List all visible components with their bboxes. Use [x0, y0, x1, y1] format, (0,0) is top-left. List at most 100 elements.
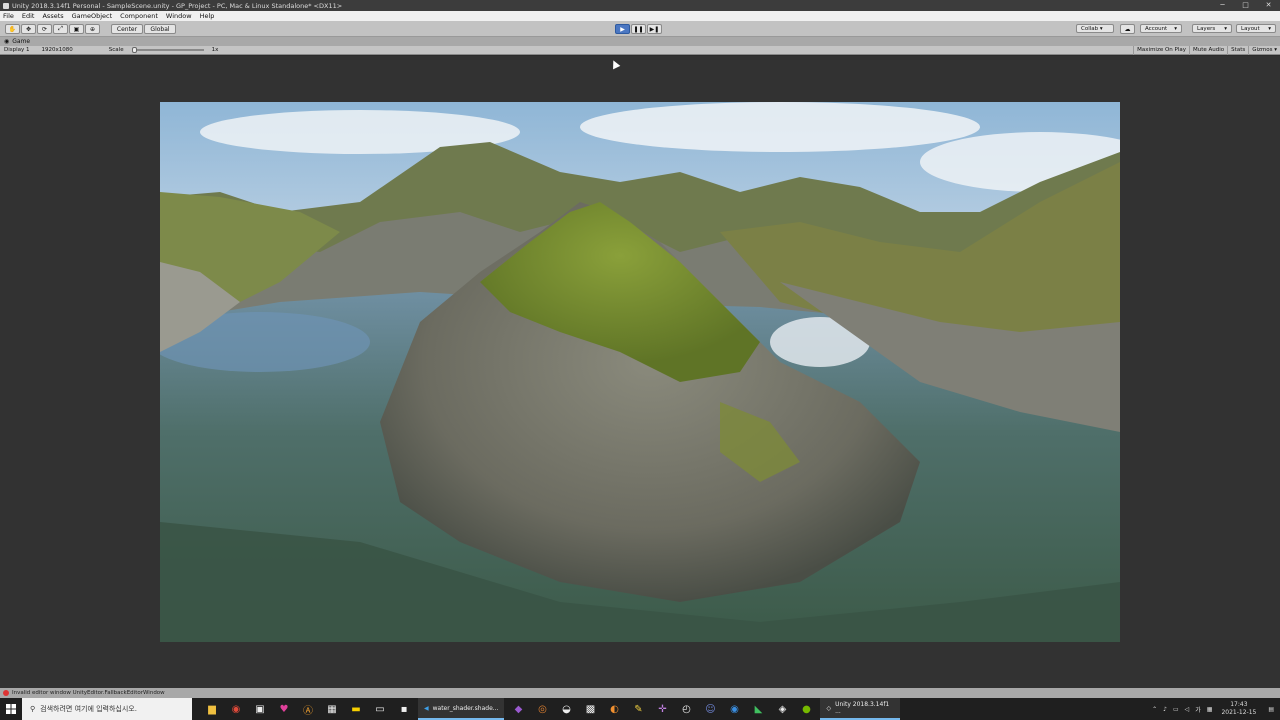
unity-taskbar-icon: ◇	[826, 704, 832, 712]
terminal-icon[interactable]: ▭	[368, 698, 392, 720]
status-message[interactable]: Invalid editor window UnityEditor.Fallba…	[12, 690, 165, 696]
game-tab-label: Game	[12, 38, 31, 45]
discord-icon[interactable]: ☺	[698, 698, 722, 720]
taskbar-app-vscode[interactable]: ◀ water_shader.shade...	[418, 698, 505, 720]
step-button[interactable]: ▶❚	[647, 24, 662, 34]
vscode-icon: ◀	[424, 704, 429, 712]
rect-tool-icon: ▣	[73, 25, 80, 33]
app-heart-icon[interactable]: ♥	[272, 698, 296, 720]
collab-dropdown[interactable]: Collab ▾	[1076, 24, 1114, 33]
network-icon[interactable]: ▭	[1173, 706, 1179, 713]
taskbar-app-unity[interactable]: ◇ Unity 2018.3.14f1 ...	[820, 698, 901, 720]
store-icon[interactable]: ▣	[248, 698, 272, 720]
app-cross-icon[interactable]: ✛	[650, 698, 674, 720]
hand-tool-icon: ✋	[8, 25, 17, 33]
ime-icon[interactable]: ▦	[1207, 706, 1213, 713]
app-clock-icon[interactable]: ◴	[674, 698, 698, 720]
resolution-dropdown[interactable]: 1920x1080	[38, 47, 77, 53]
scale-slider[interactable]	[131, 47, 204, 53]
taskbar-clock[interactable]: 17:43 2021-12-15	[1221, 701, 1256, 717]
collab-label: Collab ▾	[1081, 25, 1103, 32]
app-blue-icon[interactable]: ◉	[722, 698, 746, 720]
maximize-button[interactable]: □	[1234, 0, 1257, 11]
clock-date: 2021-12-15	[1221, 709, 1257, 716]
close-button[interactable]: ✕	[1257, 0, 1280, 11]
tray-overflow-icon[interactable]: ⌃	[1152, 706, 1157, 713]
notification-icon[interactable]: ▤	[1268, 706, 1274, 713]
app-orange-icon[interactable]: ◐	[602, 698, 626, 720]
file-explorer-icon[interactable]: ▆	[200, 698, 224, 720]
minimize-button[interactable]: ─	[1211, 0, 1234, 11]
kakaotalk-icon[interactable]: ▬	[344, 698, 368, 720]
step-icon: ▶❚	[649, 25, 660, 33]
nvidia-icon[interactable]: ●	[794, 698, 818, 720]
move-tool-button[interactable]: ✥	[21, 24, 36, 34]
cloud-button[interactable]: ☁	[1120, 24, 1135, 34]
search-icon: ⚲	[30, 705, 36, 713]
pivot-label: Center	[116, 25, 138, 33]
app-photo-icon[interactable]: ▩	[578, 698, 602, 720]
account-label: Account	[1145, 25, 1168, 32]
taskbar-app-vscode-label: water_shader.shade...	[432, 704, 499, 712]
layout-dropdown[interactable]: Layout ▾	[1236, 24, 1276, 33]
maximize-on-play-toggle[interactable]: Maximize On Play	[1133, 46, 1189, 55]
hand-tool-button[interactable]: ✋	[5, 24, 20, 34]
window-titlebar: Unity 2018.3.14f1 Personal - SampleScene…	[0, 0, 1280, 11]
app-bottle-icon[interactable]: ◒	[554, 698, 578, 720]
stats-toggle[interactable]: Stats	[1227, 46, 1248, 55]
game-viewport[interactable]	[0, 56, 1280, 688]
cloud-icon: ☁	[1124, 25, 1131, 33]
app-pencil-icon[interactable]: ✎	[626, 698, 650, 720]
scale-label: Scale	[108, 47, 124, 53]
menu-assets[interactable]: Assets	[42, 12, 63, 20]
window-title: Unity 2018.3.14f1 Personal - SampleScene…	[12, 1, 343, 10]
menu-component[interactable]: Component	[120, 12, 158, 20]
scale-tool-button[interactable]: ⤢	[53, 24, 68, 34]
app-chart-icon[interactable]: ◣	[746, 698, 770, 720]
space-label: Global	[150, 25, 170, 33]
calculator-icon[interactable]: ▦	[320, 698, 344, 720]
chevron-down-icon: ▾	[1174, 25, 1177, 32]
volume-icon[interactable]: ◁	[1185, 706, 1190, 713]
app-a-icon[interactable]: Ⓐ	[296, 698, 320, 720]
language-icon[interactable]: 가	[1195, 705, 1201, 714]
start-button[interactable]	[0, 698, 22, 720]
account-dropdown[interactable]: Account ▾	[1140, 24, 1182, 33]
space-toggle[interactable]: Global	[144, 24, 176, 34]
menu-file[interactable]: File	[3, 12, 14, 20]
pause-button[interactable]: ❚❚	[631, 24, 646, 34]
scale-tool-icon: ⤢	[58, 25, 63, 32]
menu-window[interactable]: Window	[166, 12, 192, 20]
game-view-toolbar: Display 1 1920x1080 Scale 1x Maximize On…	[0, 46, 1280, 55]
menu-help[interactable]: Help	[200, 12, 215, 20]
taskbar-search-box[interactable]: ⚲ 검색하려면 여기에 입력하십시오.	[22, 698, 192, 720]
menu-edit[interactable]: Edit	[22, 12, 35, 20]
menu-gameobject[interactable]: GameObject	[72, 12, 113, 20]
move-tool-icon: ✥	[25, 25, 32, 33]
status-bar: Invalid editor window UnityEditor.Fallba…	[0, 688, 1280, 698]
pivot-toggle[interactable]: Center	[111, 24, 143, 34]
layout-label: Layout	[1241, 25, 1260, 32]
mute-audio-toggle[interactable]: Mute Audio	[1189, 46, 1227, 55]
scale-slider-handle[interactable]	[131, 47, 137, 53]
display-dropdown[interactable]: Display 1	[0, 47, 34, 53]
transform-tool-icon: ⊕	[89, 25, 96, 33]
game-icon: ◉	[4, 38, 10, 45]
chrome-icon[interactable]: ◉	[224, 698, 248, 720]
main-toolbar: ✋ ✥ ⟳ ⤢ ▣ ⊕ Center Global ▶ ❚❚ ▶❚ Collab…	[0, 21, 1280, 37]
rect-tool-button[interactable]: ▣	[69, 24, 84, 34]
blender-icon[interactable]: ◎	[530, 698, 554, 720]
gizmos-dropdown[interactable]: Gizmos ▾	[1248, 46, 1280, 55]
error-icon	[3, 690, 9, 696]
mic-icon[interactable]: ♪	[1163, 706, 1167, 713]
play-icon: ▶	[620, 25, 625, 33]
play-button[interactable]: ▶	[615, 24, 630, 34]
transform-tool-button[interactable]: ⊕	[85, 24, 100, 34]
console-icon[interactable]: ▪	[392, 698, 416, 720]
rotate-tool-button[interactable]: ⟳	[37, 24, 52, 34]
layers-dropdown[interactable]: Layers ▾	[1192, 24, 1232, 33]
steam-icon[interactable]: ◈	[770, 698, 794, 720]
game-tab[interactable]: ◉ Game	[0, 37, 1280, 46]
chevron-down-icon: ▾	[1224, 25, 1227, 32]
visual-studio-icon[interactable]: ◆	[506, 698, 530, 720]
